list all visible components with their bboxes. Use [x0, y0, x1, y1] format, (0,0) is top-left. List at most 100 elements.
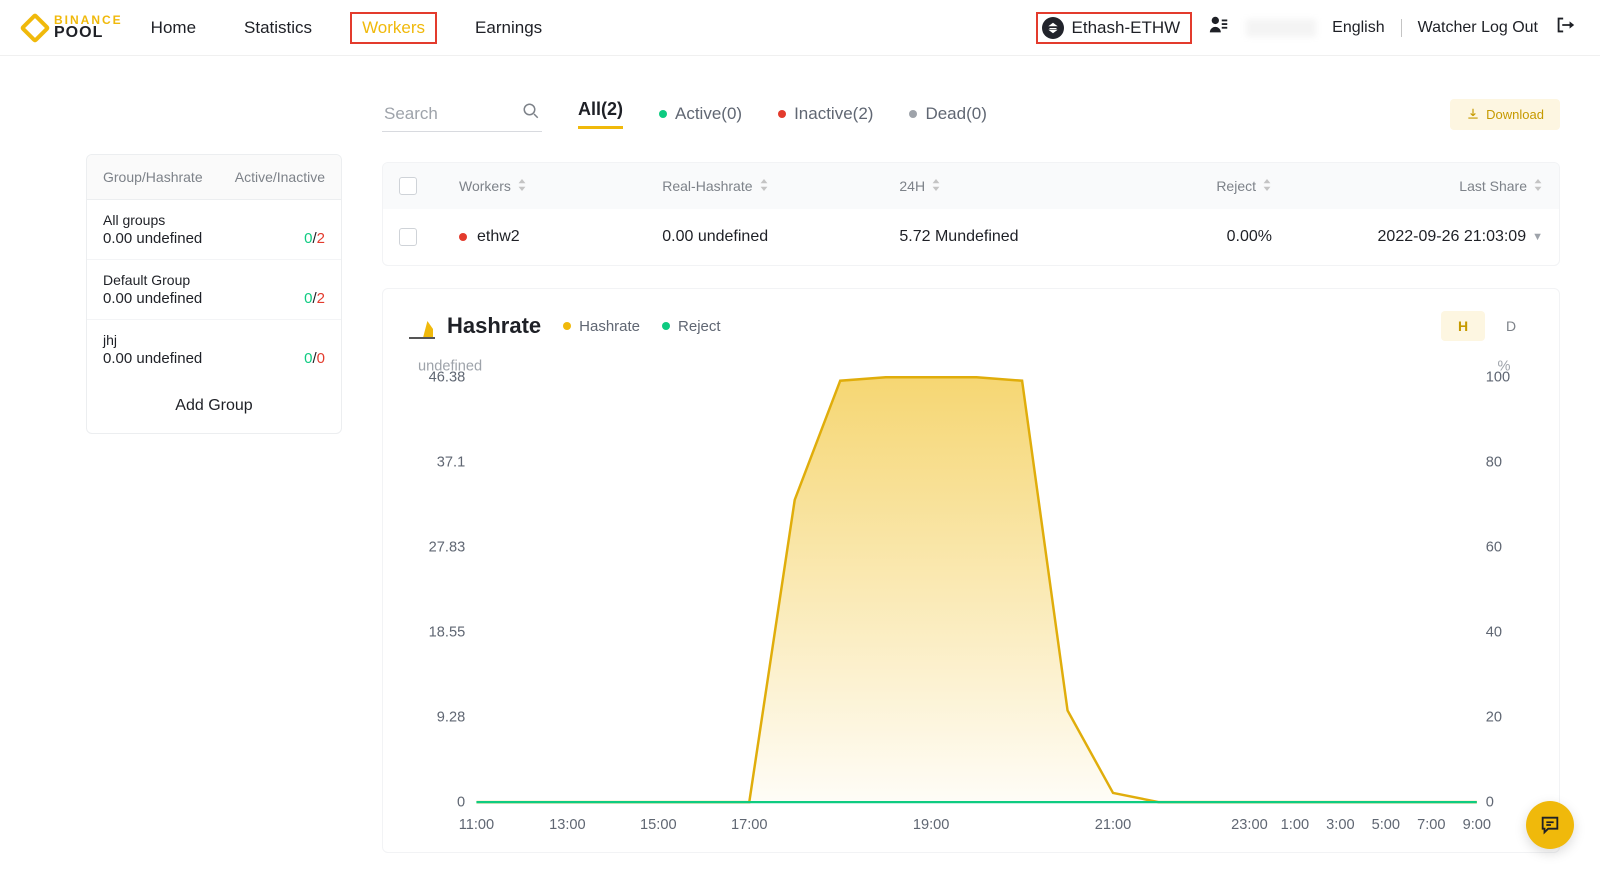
chart-title: Hashrate	[409, 313, 541, 339]
col-24h[interactable]: 24H	[899, 178, 925, 194]
chart-header: Hashrate Hashrate Reject H D	[409, 311, 1533, 341]
hashrate-chart[interactable]: undefined%09.2818.5527.8337.146.38020406…	[409, 357, 1533, 840]
sort-icon[interactable]	[931, 178, 941, 194]
svg-text:100: 100	[1486, 370, 1510, 386]
svg-text:18.55: 18.55	[429, 625, 466, 641]
real-hashrate: 0.00 undefined	[662, 228, 899, 246]
svg-text:37.1: 37.1	[437, 455, 465, 471]
status-dot-green	[659, 110, 667, 118]
status-dot-red	[459, 233, 467, 241]
language-selector[interactable]: English	[1332, 19, 1384, 37]
logo-line2: POOL	[54, 26, 123, 40]
svg-text:3:00: 3:00	[1326, 817, 1354, 833]
divider	[1401, 19, 1402, 37]
download-button[interactable]: Download	[1450, 99, 1560, 130]
group-status: 0/2	[304, 290, 325, 307]
nav-statistics[interactable]: Statistics	[234, 14, 322, 42]
svg-text:17:00: 17:00	[731, 817, 768, 833]
reject-rate: 0.00%	[1103, 228, 1272, 246]
svg-text:23:00: 23:00	[1231, 817, 1268, 833]
chat-fab[interactable]	[1526, 801, 1574, 849]
svg-text:27.83: 27.83	[429, 540, 466, 556]
username-blurred	[1246, 19, 1316, 37]
binance-logo-icon	[19, 12, 50, 43]
table-row[interactable]: ethw2 0.00 undefined 5.72 Mundefined 0.0…	[383, 209, 1559, 265]
svg-text:20: 20	[1486, 710, 1502, 726]
algo-label: Ethash-ETHW	[1072, 18, 1181, 38]
group-name: jhj	[103, 332, 202, 348]
legend-dot-reject	[662, 322, 670, 330]
svg-text:13:00: 13:00	[549, 817, 586, 833]
svg-text:80: 80	[1486, 455, 1502, 471]
hashrate-chart-card: Hashrate Hashrate Reject H D undefined%0…	[382, 288, 1560, 853]
add-group-button[interactable]: Add Group	[87, 379, 341, 433]
tab-active[interactable]: Active(0)	[659, 104, 742, 124]
chart-icon	[409, 313, 435, 339]
h24-hashrate: 5.72 Mundefined	[899, 228, 1102, 246]
group-status: 0/0	[304, 350, 325, 367]
legend-dot-hashrate	[563, 322, 571, 330]
tab-dead[interactable]: Dead(0)	[909, 104, 986, 124]
main-content: Search All(2) Active(0) Inactive(2) Dead…	[382, 96, 1570, 853]
seg-d[interactable]: D	[1489, 311, 1533, 341]
group-name: Default Group	[103, 272, 202, 288]
sort-icon[interactable]	[759, 178, 769, 194]
download-label: Download	[1486, 107, 1544, 122]
logout-link[interactable]: Watcher Log Out	[1418, 19, 1538, 37]
workers-table: Workers Real-Hashrate 24H Reject Last Sh…	[382, 162, 1560, 266]
sort-icon[interactable]	[1533, 178, 1543, 194]
row-checkbox[interactable]	[399, 228, 417, 246]
chevron-down-icon[interactable]: ▼	[1532, 231, 1543, 243]
select-all-checkbox[interactable]	[399, 177, 417, 195]
col-realhashrate[interactable]: Real-Hashrate	[662, 178, 752, 194]
nav-workers[interactable]: Workers	[350, 12, 437, 44]
top-nav: BINANCE POOL Home Statistics Workers Ear…	[0, 0, 1600, 56]
chart-body: undefined%09.2818.5527.8337.146.38020406…	[409, 357, 1533, 840]
svg-text:7:00: 7:00	[1417, 817, 1445, 833]
svg-text:0: 0	[1486, 795, 1494, 811]
legend-reject: Reject	[662, 318, 721, 335]
svg-text:21:00: 21:00	[1095, 817, 1132, 833]
group-hashrate: 0.00 undefined	[103, 230, 202, 247]
logout-icon[interactable]	[1554, 14, 1576, 41]
chat-icon	[1539, 814, 1561, 836]
group-status: 0/2	[304, 230, 325, 247]
logo-text: BINANCE POOL	[54, 15, 123, 40]
col-workers[interactable]: Workers	[459, 178, 511, 194]
sort-icon[interactable]	[517, 178, 527, 194]
status-dot-gray	[909, 110, 917, 118]
seg-h[interactable]: H	[1441, 311, 1485, 341]
legend-hashrate: Hashrate	[563, 318, 640, 335]
sidebar-group-item[interactable]: Default Group 0.00 undefined 0/2	[87, 260, 341, 320]
sidebar-group-item[interactable]: jhj 0.00 undefined 0/0	[87, 320, 341, 379]
svg-text:0: 0	[457, 795, 465, 811]
group-sidebar: Group/Hashrate Active/Inactive All group…	[86, 154, 342, 434]
group-hashrate: 0.00 undefined	[103, 290, 202, 307]
search-icon	[522, 102, 540, 125]
sidebar-group-item[interactable]: All groups 0.00 undefined 0/2	[87, 200, 341, 260]
svg-text:9:00: 9:00	[1463, 817, 1491, 833]
account-icon[interactable]	[1208, 14, 1230, 41]
svg-text:5:00: 5:00	[1372, 817, 1400, 833]
group-name: All groups	[103, 212, 202, 228]
search-input[interactable]: Search	[382, 96, 542, 132]
ethash-icon	[1042, 17, 1064, 39]
nav-home[interactable]: Home	[141, 14, 206, 42]
tab-all[interactable]: All(2)	[578, 99, 623, 129]
top-nav-right: Ethash-ETHW English Watcher Log Out	[1036, 12, 1576, 44]
svg-text:9.28: 9.28	[437, 710, 465, 726]
page-body: Group/Hashrate Active/Inactive All group…	[0, 56, 1600, 853]
sidebar-col-group: Group/Hashrate	[103, 169, 203, 185]
nav-earnings[interactable]: Earnings	[465, 14, 552, 42]
col-lastshare[interactable]: Last Share	[1459, 178, 1527, 194]
logo[interactable]: BINANCE POOL	[24, 15, 123, 40]
algo-selector[interactable]: Ethash-ETHW	[1036, 12, 1193, 44]
table-header: Workers Real-Hashrate 24H Reject Last Sh…	[383, 163, 1559, 209]
col-reject[interactable]: Reject	[1216, 178, 1256, 194]
tab-inactive[interactable]: Inactive(2)	[778, 104, 873, 124]
status-dot-red	[778, 110, 786, 118]
sort-icon[interactable]	[1262, 178, 1272, 194]
svg-text:46.38: 46.38	[429, 370, 466, 386]
download-icon	[1466, 107, 1480, 121]
sidebar-col-status: Active/Inactive	[235, 169, 325, 185]
